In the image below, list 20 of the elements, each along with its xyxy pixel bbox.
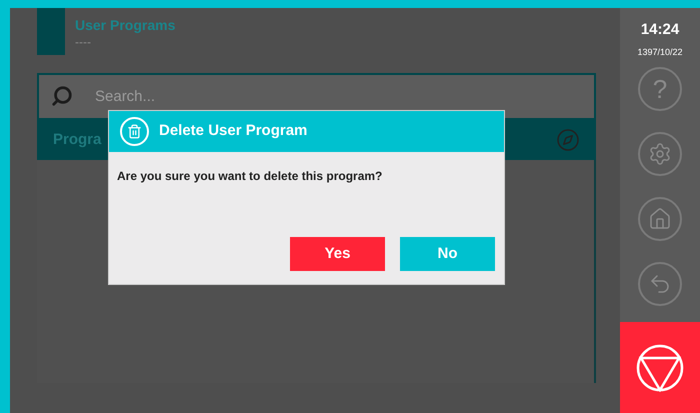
title-block: [37, 8, 65, 55]
dialog-message: Are you sure you want to delete this program?: [117, 168, 384, 185]
search-icon: [51, 85, 73, 107]
trash-icon: [120, 117, 149, 146]
page-subtitle: ----: [75, 34, 92, 50]
yes-button[interactable]: Yes: [290, 237, 385, 271]
stop-button[interactable]: [620, 322, 700, 413]
page-title: User Programs: [75, 17, 176, 34]
settings-icon: [648, 142, 672, 166]
help-button[interactable]: ?: [638, 67, 682, 111]
stop-icon: [636, 344, 684, 392]
no-button[interactable]: No: [400, 237, 495, 271]
home-button[interactable]: [638, 197, 682, 241]
settings-button[interactable]: [638, 132, 682, 176]
compass-icon: [556, 128, 580, 152]
dialog-title: Delete User Program: [159, 121, 308, 142]
house-icon: [648, 207, 672, 231]
clock-date: 1397/10/22: [637, 46, 683, 58]
clock-time: 14:24: [640, 20, 680, 40]
back-button[interactable]: [638, 262, 682, 306]
